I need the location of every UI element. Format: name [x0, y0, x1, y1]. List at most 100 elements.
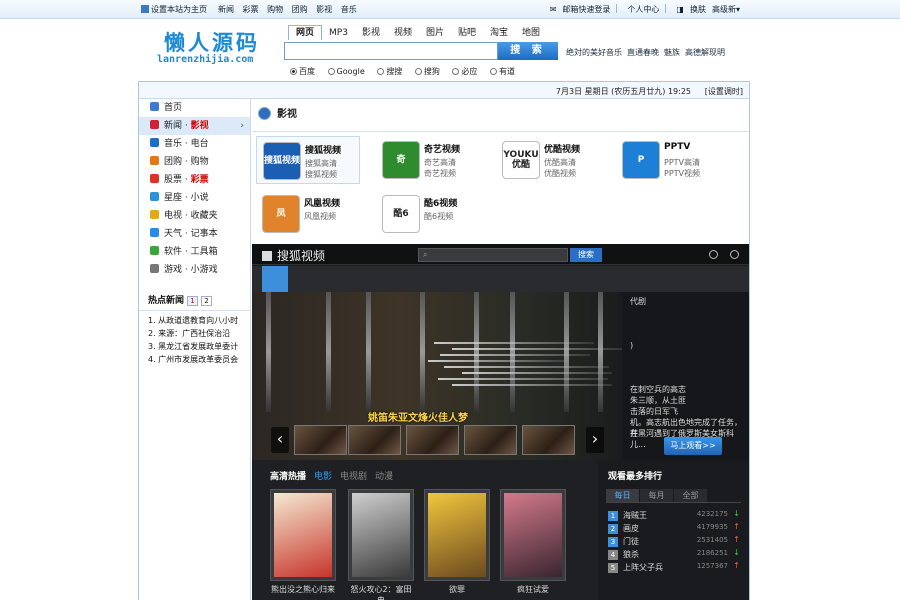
- search-button[interactable]: 搜 索: [498, 42, 558, 60]
- sidebar-item[interactable]: 首页: [139, 99, 250, 117]
- quick-link[interactable]: 团购: [292, 5, 308, 14]
- search-tab[interactable]: 图片: [419, 26, 451, 41]
- sidebar-item[interactable]: 软件 · 工具箱: [139, 243, 250, 261]
- thumbnail[interactable]: [406, 425, 459, 455]
- site-sub-link[interactable]: 奇艺高清: [424, 157, 456, 168]
- hot-word-link[interactable]: 绝対的美好音乐: [566, 48, 622, 57]
- news-item[interactable]: 3. 黑龙江省发展政单委计: [139, 340, 251, 353]
- sidebar-item[interactable]: 星座 · 小说: [139, 189, 250, 207]
- set-homepage-link[interactable]: 设置本站为主页: [141, 4, 207, 15]
- user-center-link[interactable]: 个人中心: [627, 5, 659, 14]
- poster-title[interactable]: 怒火攻心2：富田电: [348, 584, 414, 600]
- player-search-button[interactable]: 搜索: [570, 248, 602, 262]
- engine-option[interactable]: 百度: [290, 67, 315, 76]
- next-arrow-icon[interactable]: ›: [586, 427, 604, 453]
- refresh-icon[interactable]: [709, 250, 718, 259]
- sidebar-item[interactable]: 新闻 · 影视 ›: [139, 117, 250, 135]
- sidebar-item[interactable]: 音乐 · 电台: [139, 135, 250, 153]
- prev-arrow-icon[interactable]: ‹: [271, 427, 289, 453]
- site-sub-link[interactable]: 奇艺视频: [424, 168, 456, 179]
- search-tab[interactable]: MP3: [322, 26, 355, 41]
- settings-link[interactable]: [设置调时]: [705, 86, 743, 97]
- ranking-item[interactable]: 1 海贼王 4232175 ↓: [608, 509, 742, 524]
- ranking-item[interactable]: 4 狼杀 2186251 ↓: [608, 548, 742, 563]
- ranking-item[interactable]: 2 画皮 4179935 ↑: [608, 522, 742, 537]
- clock-icon[interactable]: [730, 250, 739, 259]
- sidebar-nav: 首页 新闻 · 影视 › 音乐 · 电台 团购 · 购物 股票 · 彩票 星座 · 小说 电视…: [139, 99, 250, 279]
- player-nav-tab-active[interactable]: [262, 266, 289, 292]
- search-tab[interactable]: 视频: [387, 26, 419, 41]
- movie-poster[interactable]: [270, 489, 336, 581]
- sidebar-item[interactable]: 股票 · 彩票: [139, 171, 250, 189]
- page-button[interactable]: 1: [187, 296, 199, 306]
- watch-now-button[interactable]: 马上观看>>: [664, 437, 722, 455]
- sidebar-item[interactable]: 团购 · 购物: [139, 153, 250, 171]
- search-input[interactable]: [284, 42, 498, 60]
- featured-video[interactable]: 姚笛朱亚文烽火佳人梦 ‹ ›: [252, 292, 622, 460]
- site-sub-link[interactable]: 酷6视频: [424, 211, 453, 222]
- poster-title[interactable]: 欲罪: [424, 584, 490, 595]
- thumbnail[interactable]: [464, 425, 517, 455]
- mail-login-link[interactable]: 邮箱快速登录: [562, 5, 610, 14]
- advanced-link[interactable]: 高级新▾: [712, 5, 740, 14]
- news-item[interactable]: 4. 广州市发展改革委员会: [139, 353, 251, 366]
- news-item[interactable]: 2. 来源：广西社保治沿: [139, 327, 251, 340]
- sidebar-item[interactable]: 天气 · 记事本: [139, 225, 250, 243]
- movie-poster[interactable]: [424, 489, 490, 581]
- site-sub-link[interactable]: 风凰视频: [304, 211, 336, 222]
- site-sub-link[interactable]: 搜狐高清: [305, 158, 337, 169]
- search-tab[interactable]: 影视: [355, 26, 387, 41]
- hot-word-link[interactable]: 高德解现明: [685, 48, 725, 57]
- ranking-tab[interactable]: 每月: [640, 489, 673, 502]
- site-sub-link[interactable]: 优酷视频: [544, 168, 576, 179]
- hot-tab[interactable]: 电视剧: [340, 472, 367, 482]
- search-tab[interactable]: 淘宝: [483, 26, 515, 41]
- page-button[interactable]: 2: [201, 296, 213, 306]
- sidebar-item[interactable]: 游戏 · 小游戏: [139, 261, 250, 279]
- engine-option[interactable]: 有道: [489, 67, 515, 76]
- ranking-tab[interactable]: 全部: [674, 489, 707, 502]
- hot-word-link[interactable]: 直通春晚: [627, 48, 659, 57]
- video-site-link[interactable]: P PPTV PPTV高清 PPTV视频: [616, 136, 720, 184]
- video-site-link[interactable]: 酷6 酷6视频 酷6视频: [376, 190, 480, 238]
- quick-link[interactable]: 购物: [267, 5, 283, 14]
- engine-option[interactable]: 搜搜: [377, 67, 402, 76]
- hot-tab[interactable]: 电影: [314, 472, 332, 482]
- site-sub-link[interactable]: 搜狐视频: [305, 169, 337, 180]
- movie-poster[interactable]: [348, 489, 414, 581]
- site-sub-link[interactable]: PPTV视频: [664, 168, 700, 179]
- skin-link[interactable]: 换肤: [690, 5, 706, 14]
- news-item[interactable]: 1. 从政道遗教育向八小时: [139, 314, 251, 327]
- search-tab[interactable]: 地图: [515, 26, 547, 41]
- ranking-item[interactable]: 3 门徒 2531405 ↑: [608, 535, 742, 550]
- video-site-link[interactable]: 搜狐视频 搜狐视频 搜狐高清 搜狐视频: [256, 136, 360, 184]
- ranking-tab[interactable]: 每日: [606, 489, 639, 502]
- sidebar-item[interactable]: 电视 · 收藏夹: [139, 207, 250, 225]
- quick-link[interactable]: 彩票: [243, 5, 259, 14]
- quick-link[interactable]: 音乐: [341, 5, 357, 14]
- engine-option[interactable]: Google: [327, 67, 365, 76]
- poster-title[interactable]: 熊出没之熊心归来: [270, 584, 336, 595]
- video-site-link[interactable]: 奇奇艺视频 奇艺高清 奇艺视频: [376, 136, 480, 184]
- search-tab[interactable]: 贴吧: [451, 26, 483, 41]
- site-logo[interactable]: 懒人源码 lanrenzhijia.com: [140, 23, 276, 68]
- ranking-item[interactable]: 5 上阵父子兵 1257367 ↑: [608, 561, 742, 576]
- video-site-link[interactable]: YOUKU优酷 优酷视频 优酷高清 优酷视频: [496, 136, 600, 184]
- engine-option[interactable]: 必应: [452, 67, 477, 76]
- search-tab[interactable]: 网页: [288, 25, 323, 40]
- thumbnail[interactable]: [348, 425, 401, 455]
- player-search-input[interactable]: ⌕: [418, 248, 568, 262]
- site-sub-link[interactable]: 优酷高清: [544, 157, 576, 168]
- hot-word-link[interactable]: 魅族: [664, 48, 680, 57]
- hot-tab[interactable]: 动漫: [375, 472, 393, 482]
- video-site-link[interactable]: 凤风凰视频 风凰视频: [256, 190, 360, 238]
- engine-option[interactable]: 搜狗: [414, 67, 440, 76]
- quick-link[interactable]: 新闻: [218, 5, 234, 14]
- movie-poster[interactable]: [500, 489, 566, 581]
- thumbnail[interactable]: [522, 425, 575, 455]
- thumbnail[interactable]: [294, 425, 347, 455]
- featured-caption[interactable]: 姚笛朱亚文烽火佳人梦: [368, 409, 468, 424]
- site-sub-link[interactable]: PPTV高清: [664, 157, 700, 168]
- quick-link[interactable]: 影视: [316, 5, 332, 14]
- poster-title[interactable]: 疯狂试爱: [500, 584, 566, 595]
